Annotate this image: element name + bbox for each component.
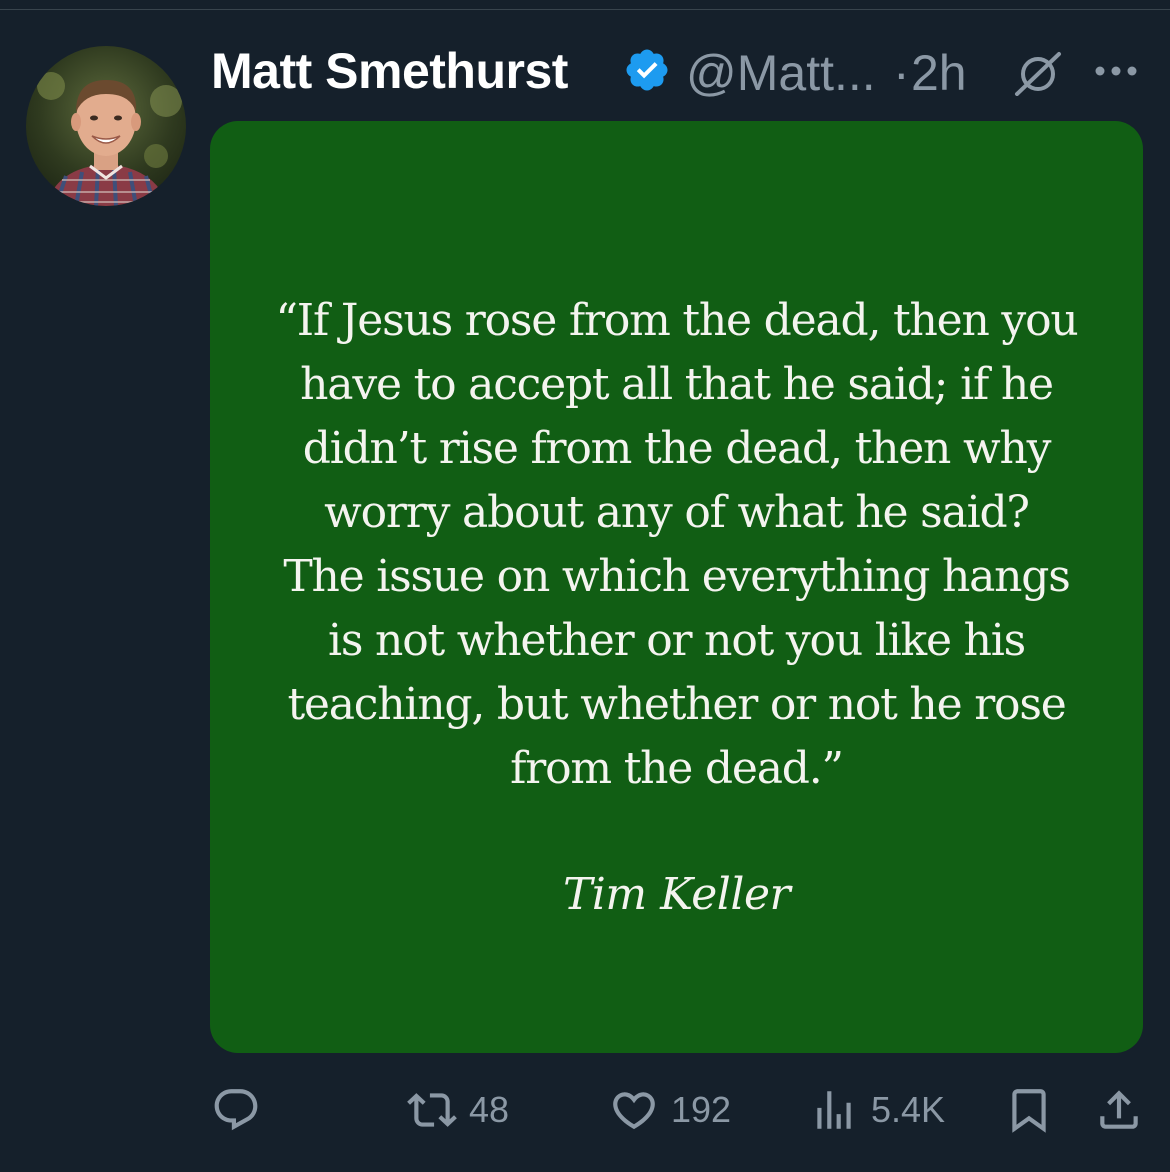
bookmark-icon: [1004, 1085, 1054, 1135]
more-options-icon[interactable]: [1093, 64, 1139, 78]
quote-line: is not whether or not you like his: [328, 615, 1026, 666]
tweet-screen: Matt Smethurst @Matt... · 2h “If Jesus r…: [0, 0, 1170, 1172]
tweet-timestamp[interactable]: 2h: [911, 44, 967, 102]
top-divider: [0, 0, 1170, 10]
author-handle[interactable]: @Matt...: [686, 44, 876, 102]
tweet-header: Matt Smethurst @Matt... · 2h: [211, 36, 1151, 106]
avatar[interactable]: [26, 46, 186, 206]
share-button[interactable]: [1094, 1080, 1144, 1140]
quote-line: from the dead.”: [510, 743, 844, 794]
retweet-button[interactable]: 48: [407, 1080, 509, 1140]
verified-badge-icon[interactable]: [623, 46, 671, 94]
views-button[interactable]: 5.4K: [809, 1080, 945, 1140]
retweet-icon: [407, 1085, 457, 1135]
grok-icon[interactable]: [1013, 50, 1063, 96]
quote-line: The issue on which everything hangs: [283, 551, 1070, 602]
tweet-action-bar: 48 192 5.4K: [211, 1080, 1151, 1140]
bookmark-button[interactable]: [1004, 1080, 1054, 1140]
display-name[interactable]: Matt Smethurst: [211, 42, 568, 100]
reply-button[interactable]: [211, 1080, 261, 1140]
quote-line: have to accept all that he said; if he: [300, 359, 1054, 410]
quote-attribution: Tim Keller: [562, 869, 791, 920]
heart-icon: [609, 1085, 659, 1135]
views-count: 5.4K: [871, 1089, 946, 1130]
quote-image-card[interactable]: “If Jesus rose from the dead, then you h…: [210, 121, 1143, 1053]
like-button[interactable]: 192: [609, 1080, 731, 1140]
like-count: 192: [671, 1089, 732, 1130]
reply-icon: [211, 1085, 261, 1135]
quote-line: “If Jesus rose from the dead, then you: [275, 295, 1078, 346]
retweet-count: 48: [469, 1089, 510, 1130]
quote-line: worry about any of what he said?: [324, 487, 1030, 538]
quote-line: didn’t rise from the dead, then why: [302, 423, 1052, 474]
views-chart-icon: [809, 1085, 859, 1135]
quote-text: “If Jesus rose from the dead, then you h…: [250, 289, 1103, 801]
share-icon: [1094, 1085, 1144, 1135]
quote-line: teaching, but whether or not he rose: [287, 679, 1066, 730]
separator-dot: ·: [893, 45, 910, 101]
